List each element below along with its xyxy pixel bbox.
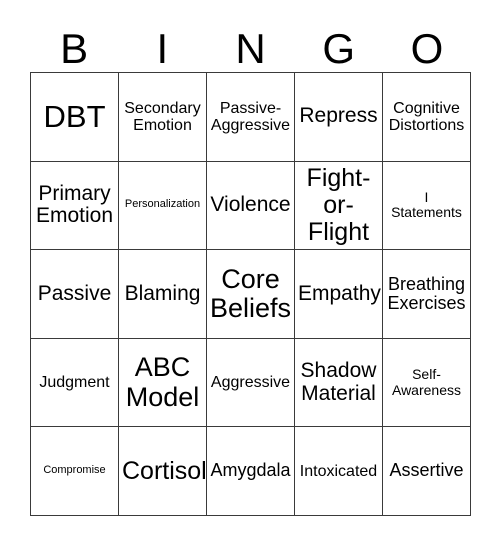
bingo-cell[interactable]: DBT (31, 73, 119, 162)
bingo-cell-label: Empathy (298, 281, 381, 305)
bingo-cell-label: Passive (37, 281, 112, 305)
bingo-grid: DBT Secondary Emotion Passive- Aggressiv… (30, 72, 471, 516)
bingo-cell-label: Shadow Material (300, 358, 377, 405)
bingo-cell[interactable]: Amygdala (207, 427, 295, 516)
bingo-cell-label: Breathing Exercises (387, 273, 466, 313)
bingo-cell-label: Personalization (124, 198, 201, 211)
bingo-cell[interactable]: Personalization (119, 161, 207, 251)
bingo-cell[interactable]: Compromise (31, 427, 119, 516)
bingo-cell-label: I Statements (391, 189, 462, 221)
bingo-cell-label: Secondary Emotion (124, 99, 201, 134)
bingo-header-letter-i: I (156, 25, 169, 72)
bingo-header-letter-b: B (60, 25, 89, 72)
bingo-cell[interactable]: Blaming (119, 250, 207, 339)
bingo-cell-label: ABC Model (125, 352, 200, 412)
bingo-cell-label: Self- Awareness (391, 366, 461, 398)
bingo-cell[interactable]: Violence (207, 161, 295, 251)
bingo-cell[interactable]: Aggressive (207, 338, 295, 428)
bingo-cell[interactable]: Cortisol (119, 427, 207, 516)
bingo-cell-label: Passive- Aggressive (210, 99, 291, 134)
bingo-card: B I N G O DBT Secondary Emotion Passive-… (0, 0, 500, 544)
bingo-cell-label: DBT (43, 99, 106, 135)
bingo-cell[interactable]: Primary Emotion (31, 161, 119, 251)
bingo-cell[interactable]: Passive (31, 250, 119, 339)
bingo-header-letter-n: N (235, 25, 266, 72)
bingo-cell[interactable]: Core Beliefs (207, 250, 295, 339)
bingo-cell[interactable]: I Statements (383, 161, 471, 251)
bingo-cell[interactable]: Breathing Exercises (383, 250, 471, 339)
bingo-header-letter-o: O (410, 25, 444, 72)
bingo-cell-label: Core Beliefs (210, 263, 292, 323)
bingo-header-row: B I N G O (30, 18, 471, 72)
bingo-cell-label: Compromise (43, 464, 106, 477)
bingo-cell[interactable]: Judgment (31, 338, 119, 428)
bingo-cell-label: Intoxicated (299, 462, 378, 480)
bingo-cell-label: Primary Emotion (35, 181, 114, 228)
bingo-cell[interactable]: Self- Awareness (383, 338, 471, 428)
bingo-cell-label: Assertive (389, 460, 464, 481)
bingo-header-letter-g: G (322, 25, 356, 72)
bingo-cell[interactable]: Secondary Emotion (119, 73, 207, 162)
bingo-cell[interactable]: Empathy (295, 250, 383, 339)
bingo-cell-label: Aggressive (210, 373, 291, 391)
bingo-cell[interactable]: Assertive (383, 427, 471, 516)
bingo-cell[interactable]: Intoxicated (295, 427, 383, 516)
bingo-cell-label: Repress (299, 104, 378, 128)
bingo-cell[interactable]: ABC Model (119, 338, 207, 428)
bingo-cell-label: Judgment (39, 373, 110, 391)
bingo-cell[interactable]: Fight- or- Flight (295, 161, 383, 251)
bingo-cell-label: Cognitive Distortions (388, 99, 465, 134)
bingo-cell-label: Violence (210, 193, 291, 217)
bingo-cell-label: Amygdala (210, 460, 291, 481)
bingo-cell-label: Cortisol (122, 456, 207, 485)
bingo-cell-label: Blaming (124, 281, 201, 305)
bingo-cell[interactable]: Shadow Material (295, 338, 383, 428)
bingo-cell[interactable]: Repress (295, 73, 383, 162)
bingo-cell[interactable]: Passive- Aggressive (207, 73, 295, 162)
bingo-cell-label: Fight- or- Flight (306, 163, 371, 246)
bingo-cell[interactable]: Cognitive Distortions (383, 73, 471, 162)
